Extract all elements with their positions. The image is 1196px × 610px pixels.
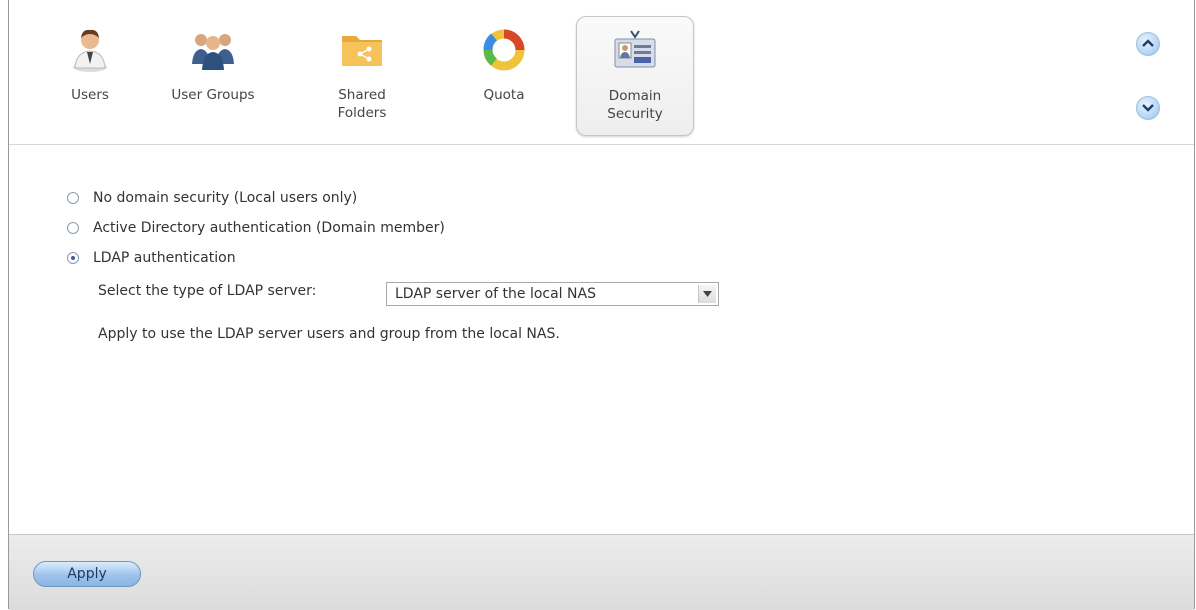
scroll-up-button[interactable] [1136, 32, 1160, 56]
option-label: No domain security (Local users only) [93, 190, 358, 206]
tab-shared-folders[interactable]: Shared Folders [303, 16, 421, 136]
option-label: LDAP authentication [93, 250, 236, 266]
scroll-down-button[interactable] [1136, 96, 1160, 120]
tab-users[interactable]: Users [31, 16, 149, 136]
tab-label: Shared Folders [337, 87, 387, 121]
ldap-hint-text: Apply to use the LDAP server users and g… [98, 326, 560, 342]
apply-button[interactable]: Apply [33, 561, 141, 587]
domain-security-icon [614, 30, 656, 68]
tab-domain-security[interactable]: Domain Security [576, 16, 694, 136]
quota-icon [483, 29, 525, 71]
ldap-server-type-label: Select the type of LDAP server: [98, 283, 317, 299]
tab-label: Users [71, 87, 109, 103]
ldap-server-type-select[interactable]: LDAP server of the local NAS [386, 282, 719, 306]
chevron-down-icon [1142, 104, 1154, 112]
select-value: LDAP server of the local NAS [395, 286, 596, 302]
dropdown-arrow[interactable] [698, 285, 716, 303]
radio-button-selected[interactable] [67, 252, 79, 264]
option-label: Active Directory authentication (Domain … [93, 220, 445, 236]
option-ldap[interactable]: LDAP authentication [67, 248, 236, 268]
user-group-icon [192, 34, 234, 70]
content-panel: No domain security (Local users only) Ac… [9, 145, 1194, 533]
chevron-up-icon [1142, 39, 1154, 47]
radio-button[interactable] [67, 222, 79, 234]
option-active-directory[interactable]: Active Directory authentication (Domain … [67, 218, 445, 238]
tab-label: Quota [483, 87, 525, 103]
tab-label: User Groups [171, 87, 255, 103]
tab-quota[interactable]: Quota [445, 16, 563, 136]
user-icon [73, 29, 107, 72]
tab-user-groups[interactable]: User Groups [154, 16, 272, 136]
footer-bar: Apply [9, 534, 1194, 610]
chevron-down-icon [703, 291, 712, 297]
radio-button[interactable] [67, 192, 79, 204]
domain-security-window: Users User Groups Shared Folders Quota D… [8, 0, 1195, 610]
toolbar: Users User Groups Shared Folders Quota D… [9, 0, 1194, 145]
option-no-domain-security[interactable]: No domain security (Local users only) [67, 188, 357, 208]
shared-folder-icon [342, 36, 382, 66]
tab-label: Domain Security [607, 88, 663, 122]
